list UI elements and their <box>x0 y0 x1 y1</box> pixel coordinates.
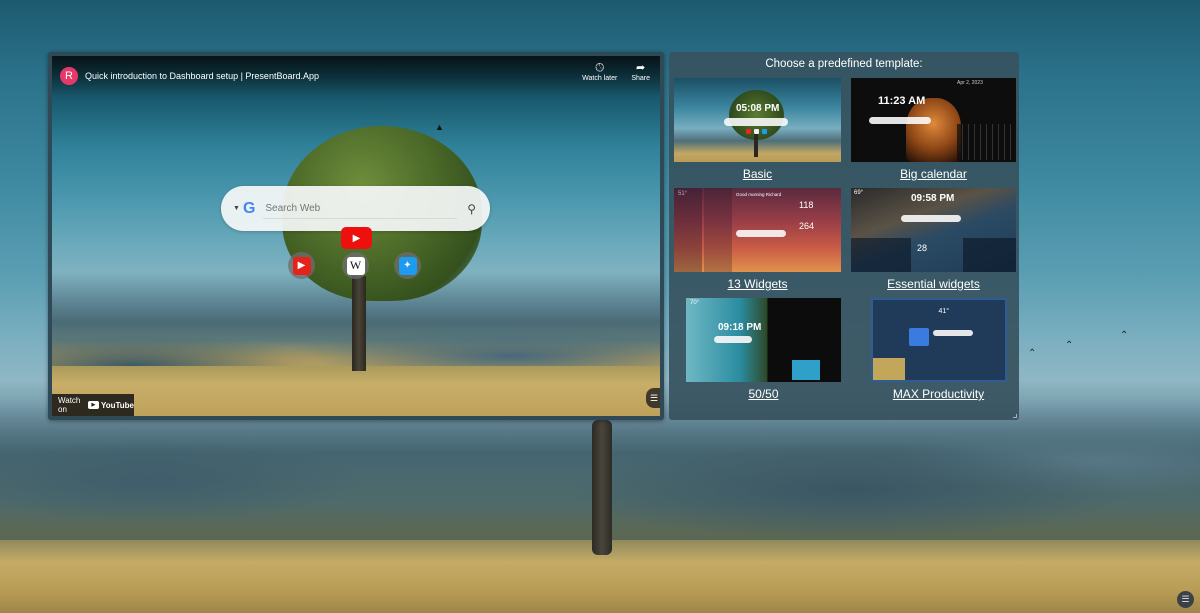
mouse-cursor-icon: ▲ <box>435 122 444 132</box>
template-chooser-panel: Choose a predefined template: 05:08 PM B… <box>669 52 1019 420</box>
template-label[interactable]: Essential widgets <box>887 277 980 291</box>
template-thumbnail[interactable]: 69° 09:58 PM 28 <box>851 188 1016 272</box>
google-logo-icon[interactable]: G <box>243 200 255 218</box>
video-embed-panel: R Quick introduction to Dashboard setup … <box>48 52 664 420</box>
wikipedia-icon: W <box>346 256 365 275</box>
video-field <box>52 366 660 416</box>
template-clock: 09:58 PM <box>911 193 955 204</box>
template-clock: 05:08 PM <box>736 103 780 114</box>
template-clock: 11:23 AM <box>878 95 926 107</box>
shortcut-youtube[interactable]: ▶ <box>288 252 315 279</box>
template-label[interactable]: 13 Widgets <box>727 277 787 291</box>
template-big-calendar[interactable]: 11:23 AM Apr 2, 2023 Big calendar <box>851 78 1016 188</box>
shortcut-twitter[interactable]: ✦ <box>394 252 421 279</box>
template-50-50[interactable]: 70° 09:18 PM 50/50 <box>674 298 841 408</box>
youtube-logo-icon: ▶ <box>87 401 99 409</box>
clock-icon: 🕓︎ <box>595 62 605 74</box>
page-menu-button[interactable]: ☰ <box>1177 591 1194 608</box>
bird-icon: ⌃ <box>1120 330 1129 341</box>
template-essential-widgets[interactable]: 69° 09:58 PM 28 Essential widgets <box>851 188 1016 298</box>
template-label[interactable]: MAX Productivity <box>893 387 984 401</box>
template-label[interactable]: Basic <box>743 167 772 181</box>
watch-on-youtube-button[interactable]: Watch on ▶ YouTube <box>52 394 134 416</box>
template-thumbnail[interactable]: 41° <box>870 298 1007 382</box>
background-tree-trunk <box>592 420 612 555</box>
search-icon[interactable]: ⚲ <box>467 202 476 216</box>
template-thumbnail[interactable]: 51° Good morning Richard 118 264 <box>674 188 841 272</box>
search-input[interactable] <box>263 198 458 219</box>
template-thumbnail[interactable]: 11:23 AM Apr 2, 2023 <box>851 78 1016 162</box>
template-heading: Choose a predefined template: <box>765 58 923 70</box>
video-title[interactable]: Quick introduction to Dashboard setup | … <box>85 71 319 81</box>
video-header: R Quick introduction to Dashboard setup … <box>52 56 660 96</box>
watch-later-button[interactable]: 🕓︎ Watch later <box>582 62 617 82</box>
template-thumbnail[interactable]: 70° 09:18 PM <box>686 298 841 382</box>
video-menu-button[interactable]: ☰ <box>646 388 660 408</box>
share-button[interactable]: ➦ Share <box>631 62 650 82</box>
watch-later-label: Watch later <box>582 75 618 82</box>
template-label[interactable]: 50/50 <box>748 387 778 401</box>
template-13-widgets[interactable]: 51° Good morning Richard 118 264 13 Widg… <box>674 188 841 298</box>
share-icon: ➦ <box>636 62 646 74</box>
template-clock: 09:18 PM <box>718 322 762 333</box>
watch-on-label: Watch on <box>58 396 81 414</box>
tree-trunk <box>352 276 366 371</box>
youtube-logo: ▶ YouTube <box>87 401 134 410</box>
resize-handle[interactable] <box>1013 414 1017 418</box>
caret-down-icon[interactable]: ▼ <box>233 205 240 212</box>
bird-icon: ⌃ <box>1028 348 1037 359</box>
bird-icon: ⌃ <box>1065 340 1074 351</box>
twitter-icon: ✦ <box>398 256 417 275</box>
search-widget: ▼ G ⚲ <box>221 186 490 231</box>
template-thumbnail[interactable]: 05:08 PM <box>674 78 841 162</box>
youtube-play-icon[interactable]: ▶ <box>341 227 372 249</box>
channel-avatar[interactable]: R <box>60 67 78 85</box>
share-label: Share <box>631 75 650 82</box>
template-basic[interactable]: 05:08 PM Basic <box>674 78 841 188</box>
template-max-productivity[interactable]: 41° MAX Productivity <box>851 298 1016 408</box>
video-player[interactable]: R Quick introduction to Dashboard setup … <box>52 56 660 416</box>
shortcut-wikipedia[interactable]: W <box>342 252 369 279</box>
template-label[interactable]: Big calendar <box>900 167 967 181</box>
youtube-icon: ▶ <box>292 256 311 275</box>
